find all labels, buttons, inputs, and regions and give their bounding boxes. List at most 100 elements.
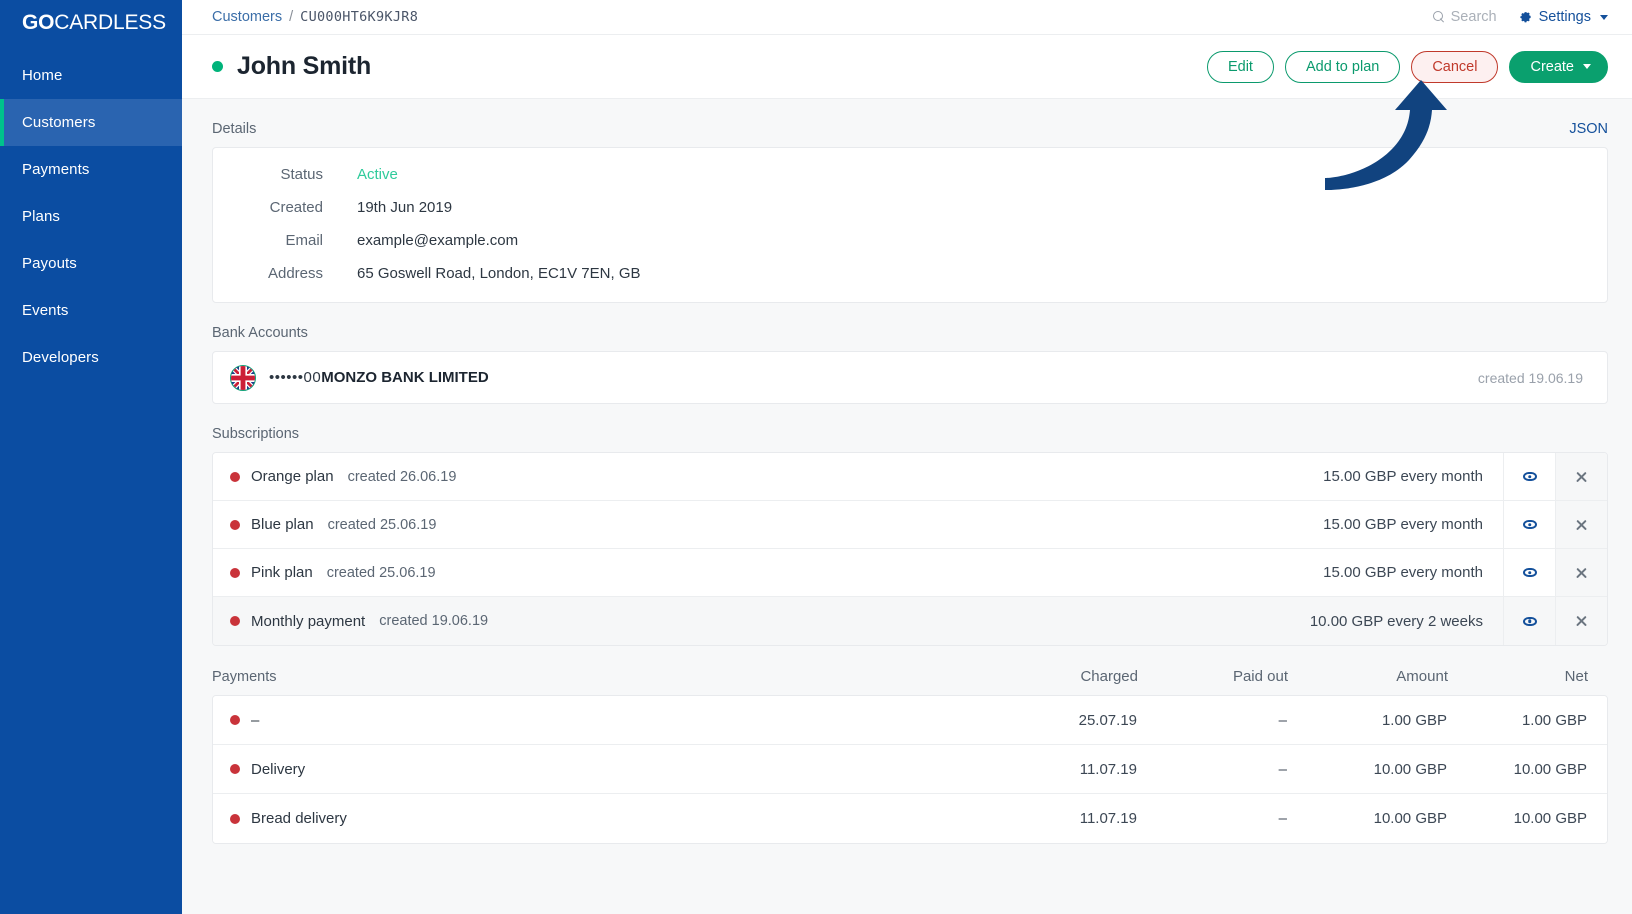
close-icon xyxy=(1575,518,1588,531)
payments-column-charged: Charged xyxy=(1080,668,1138,685)
bank-accounts-card: ••••••00MONZO BANK LIMITED created 19.06… xyxy=(212,351,1608,404)
payment-amount: 1.00 GBP xyxy=(1381,711,1447,729)
view-subscription-button[interactable] xyxy=(1503,597,1555,645)
subscription-name: Orange plan xyxy=(251,468,334,485)
table-row[interactable]: Delivery 11.07.19 – 10.00 GBP 10.00 GBP xyxy=(213,745,1607,794)
details-value-email: example@example.com xyxy=(357,232,519,249)
cancel-subscription-button[interactable] xyxy=(1555,453,1607,500)
uk-flag-icon xyxy=(230,364,256,391)
bank-account-name: MONZO BANK LIMITED xyxy=(321,369,489,386)
details-body: Status Active Created 19th Jun 2019 Emai… xyxy=(213,148,1607,302)
status-dot-icon xyxy=(230,616,240,626)
bank-account-created: created 19.06.19 xyxy=(1477,369,1583,386)
table-row[interactable]: Monthly payment created 19.06.19 10.00 G… xyxy=(213,597,1607,645)
close-icon xyxy=(1575,566,1588,579)
chevron-down-icon xyxy=(1600,14,1608,20)
payment-charged: 11.07.19 xyxy=(1079,810,1137,827)
gear-icon xyxy=(1519,11,1531,22)
table-row[interactable]: – 25.07.19 – 1.00 GBP 1.00 GBP xyxy=(213,696,1607,745)
cancel-button[interactable]: Cancel xyxy=(1411,50,1499,83)
create-button-label: Create xyxy=(1530,58,1574,75)
payments-section-label: Payments xyxy=(212,668,277,685)
sidebar-item-label: Customers xyxy=(22,114,96,131)
search-input[interactable]: Search xyxy=(1432,9,1497,25)
app-root: GO CARDLESS Home Customers Payments Plans… xyxy=(0,0,1632,914)
sidebar-item-label: Events xyxy=(22,302,69,319)
table-row[interactable]: Blue plan created 25.06.19 15.00 GBP eve… xyxy=(213,501,1607,549)
eye-icon xyxy=(1522,520,1537,529)
details-value-created: 19th Jun 2019 xyxy=(357,199,453,216)
status-dot-icon xyxy=(230,471,240,482)
create-button[interactable]: Create xyxy=(1509,50,1608,83)
bank-accounts-section-header: Bank Accounts xyxy=(212,303,1608,351)
sidebar-nav: Home Customers Payments Plans Payouts Ev… xyxy=(0,52,182,381)
cancel-subscription-button[interactable] xyxy=(1555,549,1607,596)
brand-logo[interactable]: GO CARDLESS xyxy=(0,0,182,46)
settings-label: Settings xyxy=(1538,9,1591,25)
details-row-address: Address 65 Goswell Road, London, EC1V 7E… xyxy=(213,265,1607,282)
breadcrumb-customer-id: CU000HT6K9KJR8 xyxy=(300,9,419,25)
table-row[interactable]: Bread delivery 11.07.19 – 10.00 GBP 10.0… xyxy=(213,794,1607,843)
breadcrumb-customers-link[interactable]: Customers xyxy=(212,9,282,25)
details-label: Status xyxy=(280,166,323,183)
page-title: John Smith xyxy=(237,52,372,80)
details-section-label: Details xyxy=(212,121,257,137)
payment-charged: 25.07.19 xyxy=(1078,711,1137,729)
payments-column-net: Net xyxy=(1564,668,1588,685)
details-value-address: 65 Goswell Road, London, EC1V 7EN, GB xyxy=(357,265,641,282)
breadcrumb: Customers / CU000HT6K9KJR8 xyxy=(212,9,418,25)
page-header: John Smith Edit Add to plan Cancel Creat… xyxy=(182,35,1632,99)
sidebar-item-payouts[interactable]: Payouts xyxy=(0,240,182,287)
top-bar-right: Search Settings xyxy=(1432,9,1608,25)
status-dot-icon xyxy=(212,61,223,72)
search-placeholder: Search xyxy=(1450,9,1497,25)
payment-charged: 11.07.19 xyxy=(1079,760,1137,778)
view-subscription-button[interactable] xyxy=(1503,453,1555,500)
cancel-subscription-button[interactable] xyxy=(1555,501,1607,548)
payment-name: – xyxy=(251,711,260,729)
settings-menu[interactable]: Settings xyxy=(1519,9,1608,25)
details-label: Created xyxy=(269,199,323,216)
sidebar-item-payments[interactable]: Payments xyxy=(0,146,182,193)
bank-account-text: ••••••00MONZO BANK LIMITED xyxy=(269,369,489,386)
details-row-email: Email example@example.com xyxy=(213,232,1607,249)
table-row[interactable]: Orange plan created 26.06.19 15.00 GBP e… xyxy=(213,453,1607,501)
chevron-down-icon xyxy=(1583,64,1591,69)
payment-amount: 10.00 GBP xyxy=(1373,760,1447,778)
eye-icon xyxy=(1522,472,1537,481)
subscriptions-card: Orange plan created 26.06.19 15.00 GBP e… xyxy=(212,452,1608,646)
status-dot-icon xyxy=(230,715,240,725)
table-row[interactable]: Pink plan created 25.06.19 15.00 GBP eve… xyxy=(213,549,1607,597)
payments-card: – 25.07.19 – 1.00 GBP 1.00 GBP Delivery … xyxy=(212,695,1608,844)
sidebar-item-label: Plans xyxy=(22,208,61,225)
subscription-created: created 26.06.19 xyxy=(347,468,457,485)
subscription-name: Monthly payment xyxy=(251,612,366,630)
status-dot-icon xyxy=(230,813,240,824)
subscription-created: created 25.06.19 xyxy=(326,564,436,581)
add-to-plan-button[interactable]: Add to plan xyxy=(1284,50,1401,83)
edit-button[interactable]: Edit xyxy=(1206,50,1274,83)
subscription-name: Pink plan xyxy=(251,564,313,581)
sidebar-item-plans[interactable]: Plans xyxy=(0,193,182,240)
payment-paid-out: – xyxy=(1278,810,1287,827)
subscription-created: created 19.06.19 xyxy=(379,613,489,629)
subscriptions-section-header: Subscriptions xyxy=(212,404,1608,452)
view-subscription-button[interactable] xyxy=(1503,501,1555,548)
payment-name-cell: – xyxy=(213,712,987,729)
sidebar-item-home[interactable]: Home xyxy=(0,52,182,99)
sidebar-item-customers[interactable]: Customers xyxy=(0,99,182,146)
close-icon xyxy=(1575,615,1588,628)
subscription-main: Orange plan created 26.06.19 xyxy=(213,453,1323,500)
bank-account-row[interactable]: ••••••00MONZO BANK LIMITED created 19.06… xyxy=(213,352,1607,403)
sidebar-item-events[interactable]: Events xyxy=(0,287,182,334)
subscription-amount: 15.00 GBP every month xyxy=(1323,468,1483,485)
json-link[interactable]: JSON xyxy=(1569,121,1608,137)
main-content: Customers / CU000HT6K9KJR8 Search Settin… xyxy=(182,0,1632,914)
subscription-amount: 15.00 GBP every month xyxy=(1323,564,1483,581)
view-subscription-button[interactable] xyxy=(1503,549,1555,596)
payments-column-paid-out: Paid out xyxy=(1232,668,1288,685)
status-dot-icon xyxy=(230,567,240,578)
sidebar: GO CARDLESS Home Customers Payments Plans… xyxy=(0,0,182,914)
cancel-subscription-button[interactable] xyxy=(1555,597,1607,645)
sidebar-item-developers[interactable]: Developers xyxy=(0,334,182,381)
